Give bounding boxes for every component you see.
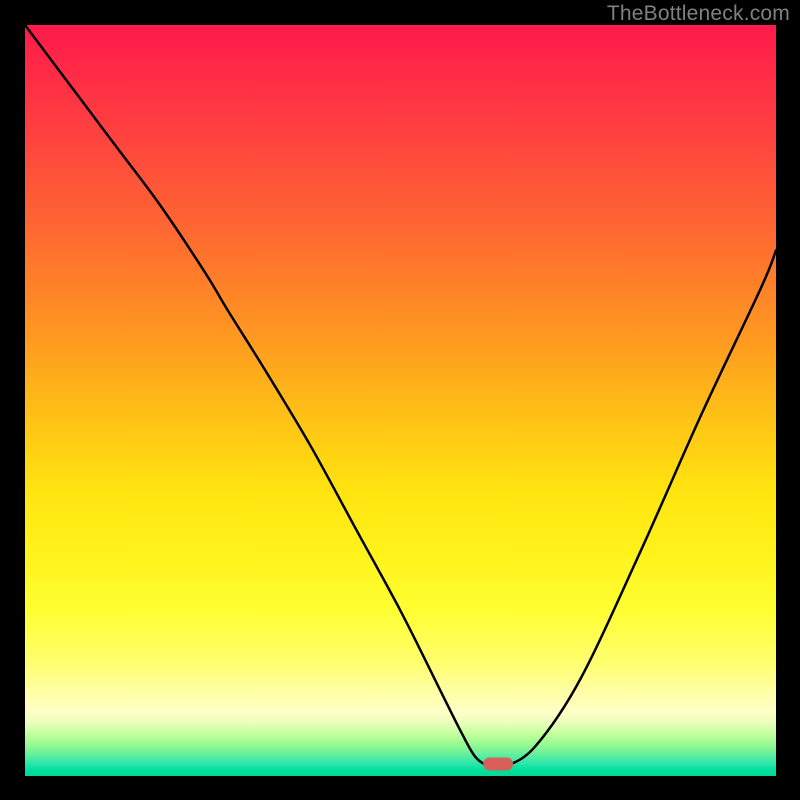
curve-layer bbox=[25, 25, 776, 776]
min-marker bbox=[483, 757, 513, 770]
chart-frame: TheBottleneck.com bbox=[0, 0, 800, 800]
plot-area bbox=[25, 25, 776, 776]
watermark-text: TheBottleneck.com bbox=[607, 2, 790, 26]
bottleneck-curve bbox=[25, 25, 776, 768]
